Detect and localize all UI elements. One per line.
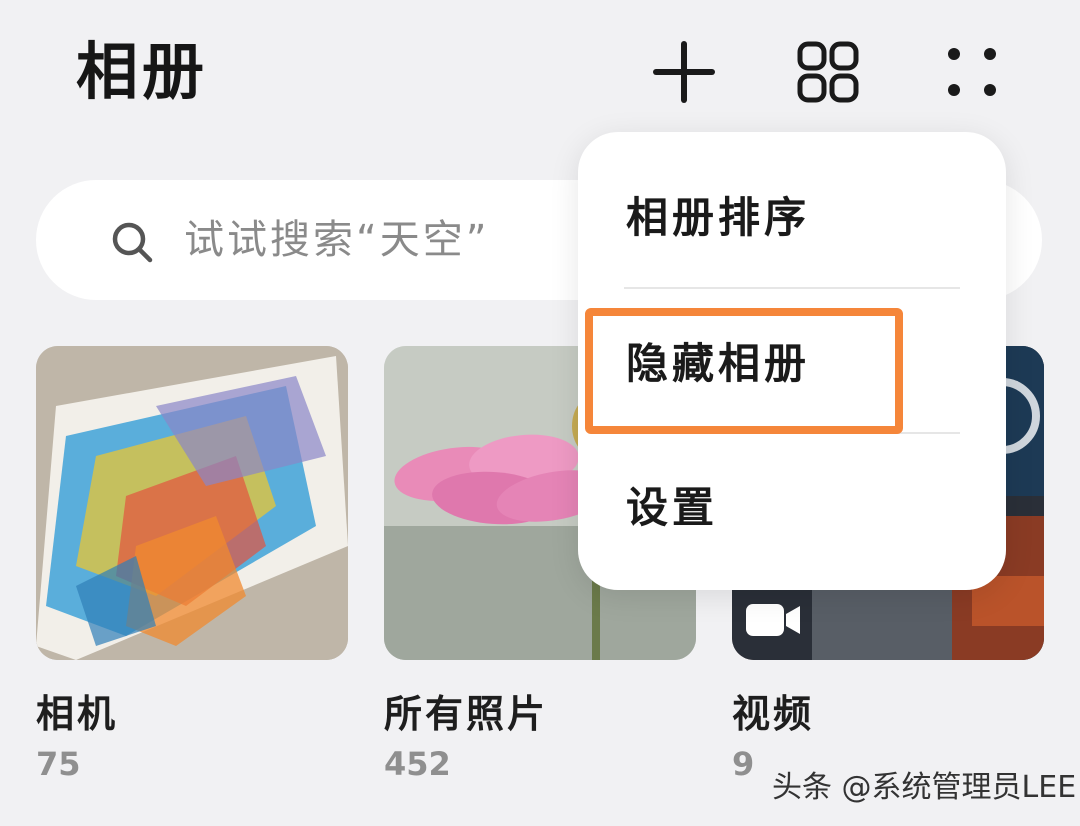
add-album-button[interactable] [652,40,716,104]
grid-icon [797,41,859,103]
album-name: 视频 [732,692,815,736]
search-placeholder: 试试搜索“天空” [184,217,490,263]
search-icon [112,222,153,263]
watermark: 头条 @系统管理员LEE [772,770,1077,805]
grid-view-button[interactable] [796,40,860,104]
album-thumbnail [36,346,348,660]
highlight-annotation [585,308,903,434]
menu-item-album-sort[interactable]: 相册排序 [626,192,810,244]
album-count: 75 [36,745,81,783]
album-count: 452 [384,745,451,783]
album-camera[interactable]: 相机 75 [36,346,348,784]
menu-divider [624,287,960,289]
more-dots-icon [948,48,996,96]
camera-thumbnail-art [36,346,348,660]
page-title: 相册 [76,35,209,108]
video-camera-icon [746,604,800,636]
menu-item-settings[interactable]: 设置 [626,482,718,534]
album-name: 相机 [36,692,119,736]
plus-icon [653,41,715,103]
more-options-button[interactable] [940,40,1004,104]
album-name: 所有照片 [384,692,549,736]
